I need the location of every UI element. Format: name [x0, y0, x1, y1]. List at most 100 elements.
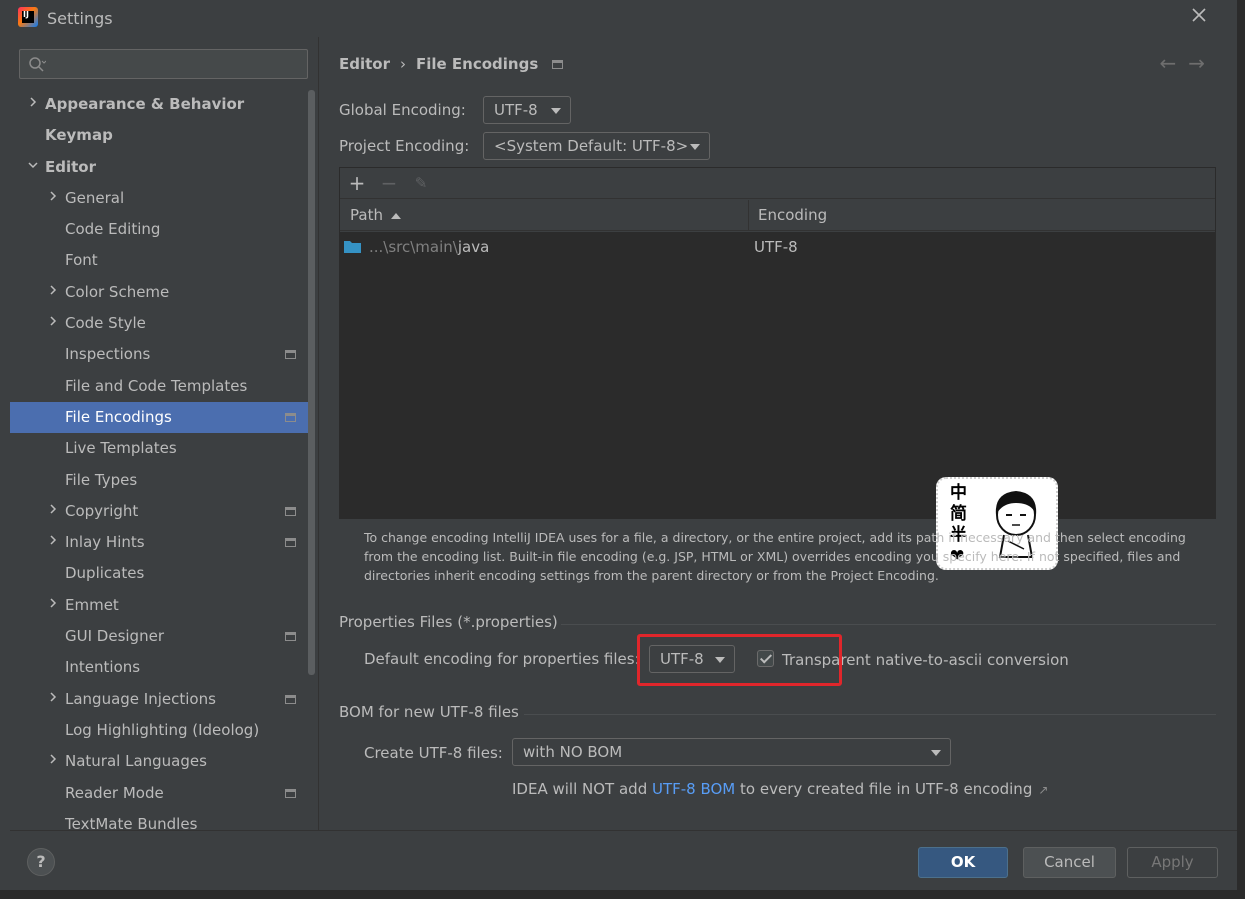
sidebar-item-duplicates[interactable]: Duplicates — [10, 558, 308, 589]
sidebar-item-appearance-behavior[interactable]: Appearance & Behavior — [10, 89, 308, 120]
window-title: Settings — [47, 9, 113, 28]
chevron-right-icon[interactable] — [26, 89, 40, 120]
sidebar-item-natural-languages[interactable]: Natural Languages — [10, 746, 308, 777]
sidebar-item-label: General — [65, 188, 125, 207]
sidebar-item-intentions[interactable]: Intentions — [10, 652, 308, 683]
title-bar: IJ Settings — [0, 0, 1237, 36]
chevron-down-icon[interactable] — [26, 152, 40, 183]
path-prefix-text: ...\src\main\ — [369, 238, 458, 256]
folder-icon — [344, 241, 361, 253]
project-scope-icon — [285, 632, 296, 642]
project-scope-icon — [285, 788, 296, 798]
help-button[interactable]: ? — [27, 848, 55, 876]
chevron-down-icon — [931, 750, 941, 756]
settings-search-input[interactable] — [19, 49, 308, 79]
sidebar-item-copyright[interactable]: Copyright — [10, 496, 308, 527]
file-encodings-panel: Editor › File Encodings ←→ Global Encoding… — [319, 37, 1237, 830]
project-scope-icon — [285, 350, 296, 360]
sidebar-item-live-templates[interactable]: Live Templates — [10, 433, 308, 464]
sidebar-item-code-style[interactable]: Code Style — [10, 308, 308, 339]
add-icon[interactable]: + — [346, 172, 368, 194]
project-scope-icon — [285, 506, 296, 516]
sidebar-item-inlay-hints[interactable]: Inlay Hints — [10, 527, 308, 558]
project-encoding-value: <System Default: UTF-8> — [494, 137, 689, 155]
project-scope-icon — [552, 60, 564, 69]
column-header-path[interactable]: Path — [340, 200, 749, 231]
chevron-right-icon[interactable] — [46, 308, 60, 339]
chevron-right-icon[interactable] — [46, 746, 60, 777]
intellij-logo-icon: IJ — [18, 7, 38, 27]
global-encoding-dropdown[interactable]: UTF-8 — [483, 96, 571, 124]
sidebar-item-label: File Encodings — [65, 407, 172, 426]
encoding-cell[interactable]: UTF-8 — [754, 232, 798, 262]
sidebar-item-label: Code Style — [65, 314, 146, 333]
chevron-right-icon[interactable] — [46, 590, 60, 621]
remove-icon: − — [380, 171, 398, 195]
bom-dropdown[interactable]: with NO BOM — [512, 738, 951, 766]
sidebar-item-inspections[interactable]: Inspections — [10, 339, 308, 370]
sidebar-item-textmate-bundles[interactable]: TextMate Bundles — [10, 809, 308, 830]
sticker-char: 中 — [950, 483, 967, 503]
sidebar-item-font[interactable]: Font — [10, 245, 308, 276]
chevron-down-icon — [551, 108, 561, 114]
sidebar-item-label: Emmet — [65, 595, 119, 614]
sidebar-item-color-scheme[interactable]: Color Scheme — [10, 277, 308, 308]
column-header-encoding-label: Encoding — [758, 206, 828, 224]
sidebar-item-keymap[interactable]: Keymap — [10, 120, 308, 151]
sidebar-item-editor[interactable]: Editor — [10, 152, 308, 183]
sidebar-item-label: Inspections — [65, 345, 151, 364]
create-utf8-label: Create UTF-8 files: — [364, 744, 503, 762]
chevron-right-icon[interactable] — [46, 684, 60, 715]
breadcrumb-current: File Encodings — [416, 55, 539, 73]
close-button[interactable] — [1189, 6, 1209, 26]
table-row[interactable]: ...\src\main\java UTF-8 — [340, 232, 1215, 262]
sidebar-item-label: Font — [65, 251, 98, 270]
sidebar-item-log-highlighting-ideolog[interactable]: Log Highlighting (Ideolog) — [10, 715, 308, 746]
properties-section-title: Properties Files (*.properties) — [339, 613, 558, 631]
forward-arrow-icon[interactable]: → — [1188, 51, 1217, 75]
sidebar-scrollbar[interactable] — [308, 90, 315, 675]
chevron-right-icon[interactable] — [46, 496, 60, 527]
section-divider — [524, 714, 1216, 715]
sidebar-item-general[interactable]: General — [10, 183, 308, 214]
sidebar-item-code-editing[interactable]: Code Editing — [10, 214, 308, 245]
sidebar-item-file-encodings[interactable]: File Encodings — [10, 401, 308, 434]
search-icon — [29, 57, 46, 72]
column-header-path-label: Path — [350, 206, 383, 224]
table-toolbar: + − ✎ — [340, 168, 1215, 199]
sidebar-item-label: Inlay Hints — [65, 533, 145, 552]
sidebar-item-reader-mode[interactable]: Reader Mode — [10, 778, 308, 809]
project-scope-icon — [285, 694, 296, 704]
column-header-encoding[interactable]: Encoding — [749, 200, 1215, 231]
sidebar-item-label: Intentions — [65, 658, 141, 677]
close-icon — [1192, 8, 1206, 22]
back-arrow-icon[interactable]: ← — [1159, 51, 1188, 75]
project-scope-icon — [285, 412, 296, 422]
path-folder-name: java — [457, 238, 490, 256]
help-text: To change encoding IntelliJ IDEA uses fo… — [364, 530, 1186, 583]
external-link-icon: ↗ — [1038, 783, 1049, 797]
sidebar-item-label: File Types — [65, 470, 138, 489]
sidebar-item-label: Appearance & Behavior — [45, 95, 245, 113]
table-body: ...\src\main\java UTF-8 中 简 半 ❤ — [340, 232, 1215, 570]
cancel-button[interactable]: Cancel — [1023, 847, 1116, 878]
bom-note: IDEA will NOT add UTF-8 BOM to every cre… — [512, 780, 1048, 798]
breadcrumb-parent[interactable]: Editor — [339, 55, 390, 73]
sidebar-item-language-injections[interactable]: Language Injections — [10, 684, 308, 715]
dialog-footer: ? OK Cancel Apply — [10, 830, 1237, 890]
utf8-bom-link[interactable]: UTF-8 BOM — [652, 780, 735, 798]
chevron-right-icon[interactable] — [46, 183, 60, 214]
sidebar-item-label: Reader Mode — [65, 783, 164, 802]
ok-button[interactable]: OK — [918, 847, 1008, 878]
chevron-right-icon[interactable] — [46, 527, 60, 558]
section-divider — [561, 624, 1216, 625]
settings-sidebar: Appearance & Behavior Keymap Editor General… — [10, 37, 318, 830]
sidebar-item-emmet[interactable]: Emmet — [10, 590, 308, 621]
sidebar-item-file-and-code-templates[interactable]: File and Code Templates — [10, 371, 308, 402]
sort-ascending-icon — [390, 212, 401, 219]
chevron-right-icon[interactable] — [46, 277, 60, 308]
sidebar-item-gui-designer[interactable]: GUI Designer — [10, 621, 308, 652]
settings-tree: Appearance & Behavior Keymap Editor General… — [10, 89, 308, 830]
project-encoding-dropdown[interactable]: <System Default: UTF-8> — [483, 132, 710, 160]
sidebar-item-file-types[interactable]: File Types — [10, 465, 308, 496]
